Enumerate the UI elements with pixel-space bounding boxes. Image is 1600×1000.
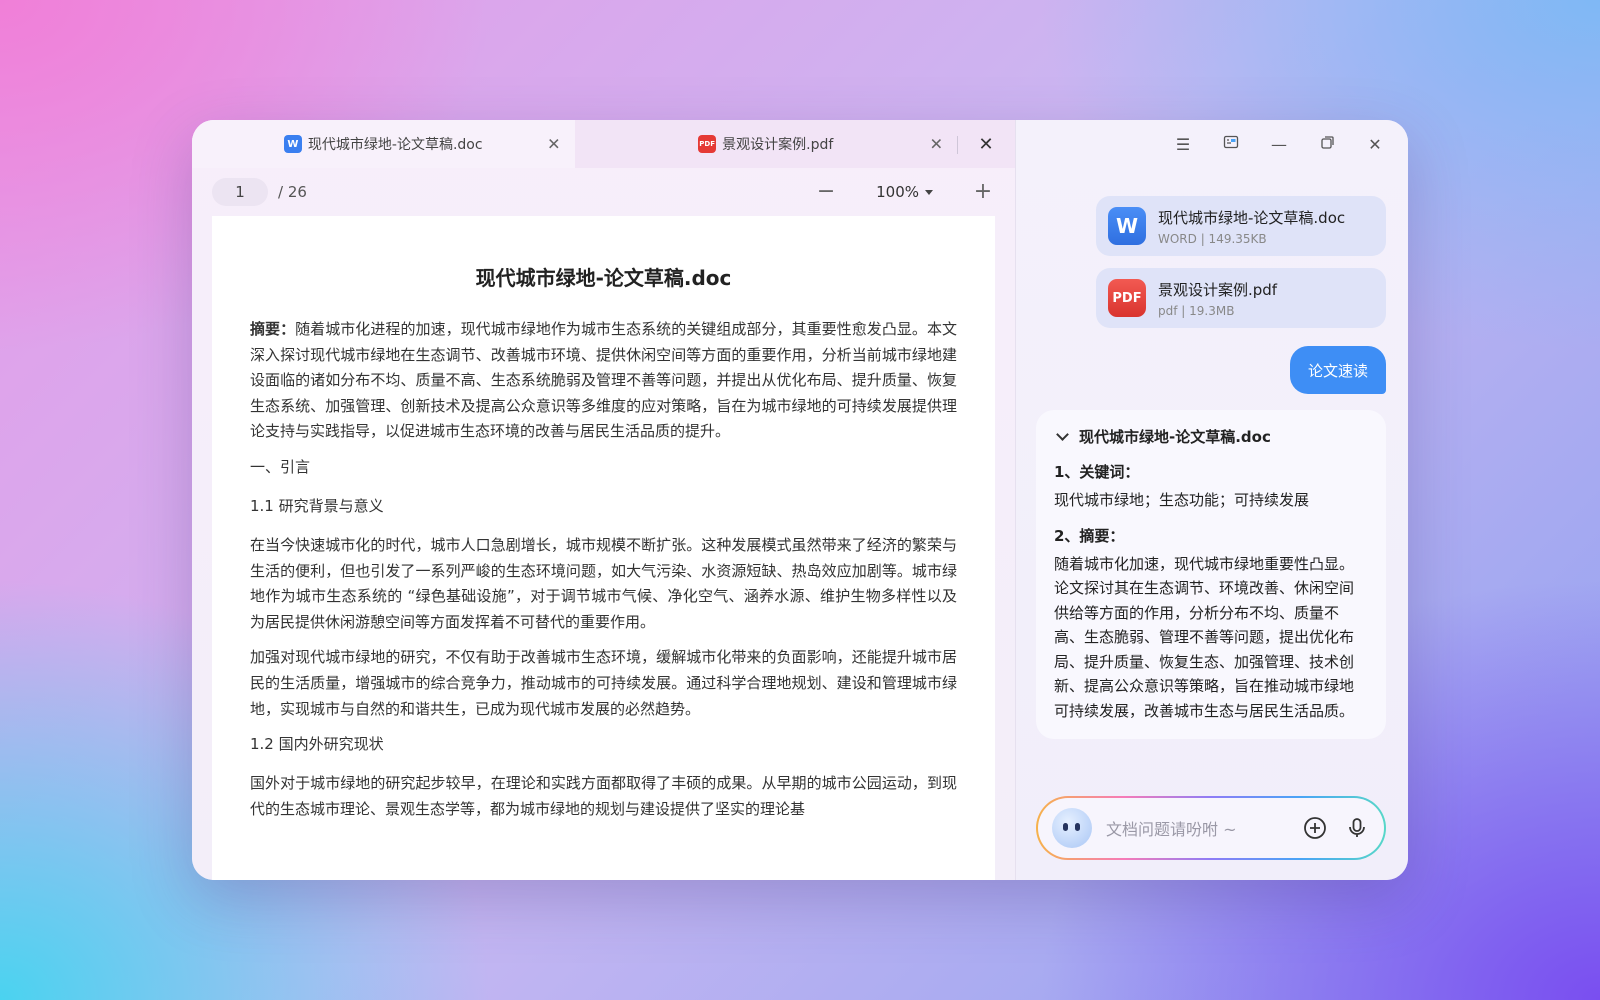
menu-icon[interactable]: ☰ [1172,135,1194,154]
add-circle-icon[interactable] [1302,815,1328,841]
assistant-pane: ☰ — ✕ W 现代城市绿地-论文草稿.doc WORD | 149.35KB … [1016,120,1408,880]
attached-file-card[interactable]: W 现代城市绿地-论文草稿.doc WORD | 149.35KB [1096,196,1386,256]
assistant-avatar-icon [1052,808,1092,848]
document-toolbar: 1 / 26 − 100% + [192,168,1015,216]
abstract-label: 摘要： [250,320,296,338]
tab-bar: W 现代城市绿地-论文草稿.doc ✕ PDF 景观设计案例.pdf ✕ ✕ [192,120,1015,168]
chat-messages: W 现代城市绿地-论文草稿.doc WORD | 149.35KB PDF 景观… [1016,168,1408,739]
zoom-level-dropdown[interactable]: 100% [876,183,933,201]
document-page: 现代城市绿地-论文草稿.doc 摘要：随着城市化进程的加速，现代城市绿地作为城市… [212,216,995,880]
file-meta: WORD | 149.35KB [1158,231,1267,246]
section-heading: 一、引言 [250,457,311,476]
close-tab-icon[interactable]: ✕ [547,135,560,154]
split-view-icon[interactable] [1220,134,1242,154]
tab-pdf[interactable]: PDF 景观设计案例.pdf ✕ [574,120,958,168]
caret-down-icon [925,189,933,195]
word-file-icon: W [283,135,302,153]
chat-input[interactable]: 文档问题请吩咐 ~ [1106,816,1286,840]
summary-text: 随着城市化加速，现代城市绿地重要性凸显。论文探讨其在生态调节、环境改善、休闲空间… [1054,554,1355,720]
zoom-level: 100% [876,183,919,201]
tab-label: 现代城市绿地-论文草稿.doc [307,137,483,153]
tab-label: 景观设计案例.pdf [722,137,834,153]
restore-icon[interactable] [1316,135,1338,154]
file-name: 景观设计案例.pdf [1158,280,1278,299]
document-pane: W 现代城市绿地-论文草稿.doc ✕ PDF 景观设计案例.pdf ✕ ✕ 1… [192,120,1016,880]
close-tab-icon[interactable]: ✕ [930,135,943,154]
assistant-answer-card: 现代城市绿地-论文草稿.doc 1、关键词： 现代城市绿地；生态功能；可持续发展… [1036,410,1386,739]
attached-file-card[interactable]: PDF 景观设计案例.pdf pdf | 19.3MB [1096,268,1386,328]
keywords-text: 现代城市绿地；生态功能；可持续发展 [1054,491,1310,509]
tab-doc[interactable]: W 现代城市绿地-论文草稿.doc ✕ [192,120,575,168]
window-controls: ☰ — ✕ [1016,120,1408,168]
body-paragraph: 在当今快速城市化的时代，城市人口急剧增长，城市规模不断扩张。这种发展模式虽然带来… [250,535,957,631]
subsection-heading: 1.1 研究背景与意义 [250,496,384,515]
body-paragraph: 国外对于城市绿地的研究起步较早，在理论和实践方面都取得了丰硕的成果。从早期的城市… [250,774,957,818]
file-name: 现代城市绿地-论文草稿.doc [1158,208,1346,227]
pdf-file-icon: PDF [698,135,717,153]
zoom-out-icon[interactable]: − [814,181,838,203]
zoom-in-icon[interactable]: + [971,181,995,203]
zoom-controls: − 100% + [814,181,995,203]
summary-label: 2、摘要： [1054,526,1125,545]
page-total: / 26 [278,183,307,201]
word-file-icon: W [1108,207,1146,245]
minimize-icon[interactable]: — [1268,135,1290,154]
app-window: W 现代城市绿地-论文草稿.doc ✕ PDF 景观设计案例.pdf ✕ ✕ 1… [192,120,1408,880]
close-window-icon[interactable]: ✕ [1364,135,1386,154]
subsection-heading: 1.2 国内外研究现状 [250,735,384,754]
page-number-input[interactable]: 1 [212,178,268,206]
abstract-text: 随着城市化进程的加速，现代城市绿地作为城市生态系统的关键组成部分，其重要性愈发凸… [250,320,957,441]
chat-input-bar: 文档问题请吩咐 ~ [1036,796,1386,860]
microphone-icon[interactable] [1344,815,1370,841]
document-title: 现代城市绿地-论文草稿.doc [475,266,732,290]
answer-title: 现代城市绿地-论文草稿.doc [1079,428,1271,446]
chevron-down-icon [1056,428,1069,441]
close-document-pane-button[interactable]: ✕ [957,120,1015,168]
abstract-paragraph: 摘要：随着城市化进程的加速，现代城市绿地作为城市生态系统的关键组成部分，其重要性… [250,317,957,445]
pdf-file-icon: PDF [1108,279,1146,317]
body-paragraph: 加强对现代城市绿地的研究，不仅有助于改善城市生态环境，缓解城市化带来的负面影响，… [250,648,957,718]
user-message-bubble: 论文速读 [1289,346,1386,394]
answer-collapse-toggle[interactable]: 现代城市绿地-论文草稿.doc [1054,426,1368,447]
keywords-label: 1、关键词： [1054,463,1140,481]
file-meta: pdf | 19.3MB [1158,303,1235,318]
